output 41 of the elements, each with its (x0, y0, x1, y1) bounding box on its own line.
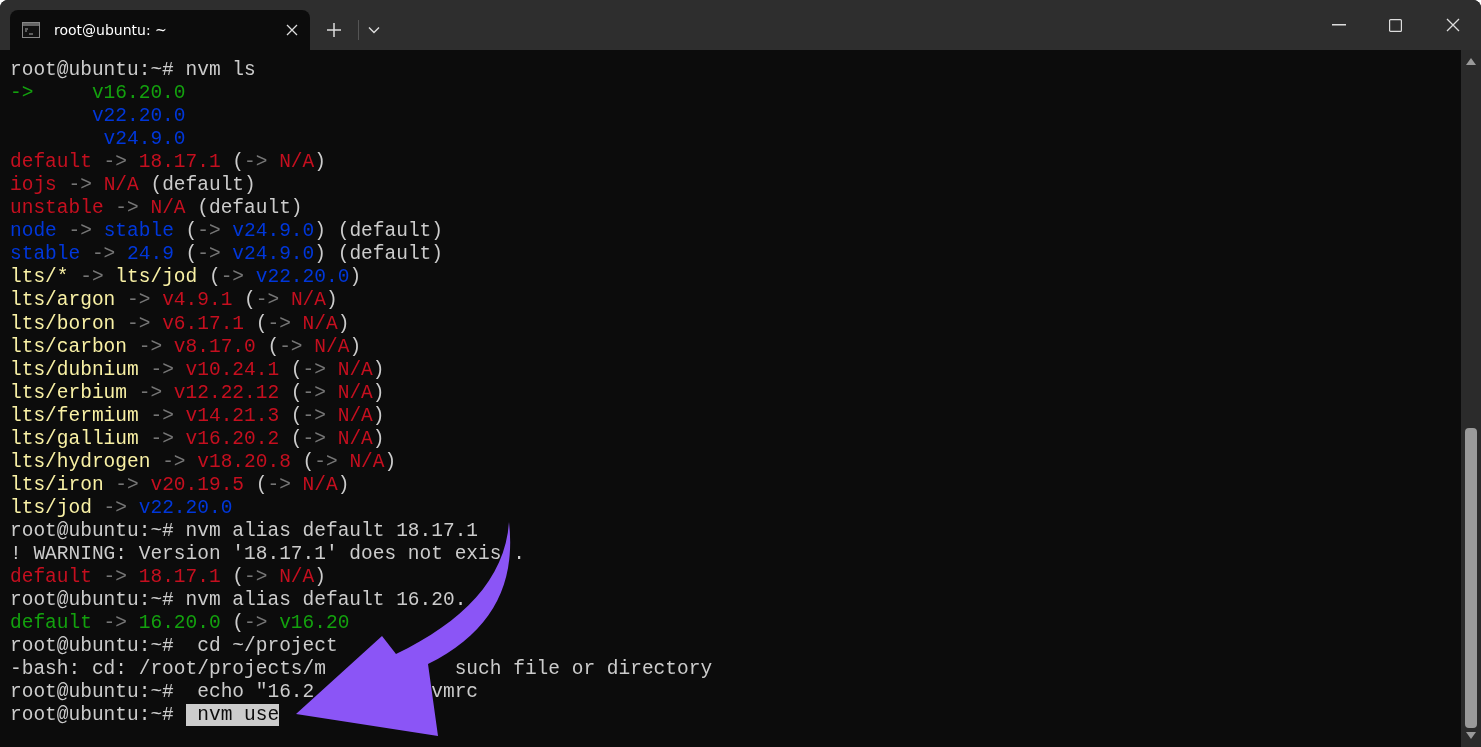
terminal-line: root@ubuntu:~# echo "16.2 vmrc (10, 681, 479, 705)
terminal-line: lts/dubnium -> v10.24.1 (-> N/A) (10, 358, 385, 382)
terminal-tab[interactable]: root@ubuntu: ~ (10, 10, 310, 50)
terminal-line: ! WARNING: Version '18.17.1' does not exis . (10, 543, 525, 567)
terminal-line: stable -> 24.9 (-> v24.9.0) (default) (10, 243, 443, 267)
terminal-line: root@ubuntu:~# cd ~/project (10, 635, 338, 659)
tab-title: root@ubuntu: ~ (54, 22, 168, 38)
terminal-line: default -> 18.17.1 (-> N/A) (10, 566, 326, 590)
terminal-line: default -> 18.17.1 (-> N/A) (10, 151, 326, 175)
chevron-down-icon (368, 26, 380, 34)
terminal-line: node -> stable (-> v24.9.0) (default) (10, 220, 443, 244)
terminal-line: unstable -> N/A (default) (10, 197, 303, 221)
terminal-line: root@ubuntu:~# nvm alias default 18.17.1 (10, 519, 479, 543)
close-icon[interactable] (286, 24, 298, 36)
terminal-line: root@ubuntu:~# nvm alias default 16.20. (10, 589, 467, 613)
scroll-down-icon[interactable] (1466, 732, 1476, 739)
scroll-up-icon[interactable] (1466, 58, 1476, 65)
terminal-line: lts/carbon -> v8.17.0 (-> N/A) (10, 335, 362, 359)
terminal-line: lts/fermium -> v14.21.3 (-> N/A) (10, 404, 385, 428)
terminal-line: iojs -> N/A (default) (10, 174, 256, 198)
terminal-line: lts/hydrogen -> v18.20.8 (-> N/A) (10, 450, 397, 474)
terminal-line: default -> 16.20.0 (-> v16.20 (10, 612, 350, 636)
minimize-icon (1331, 24, 1346, 26)
terminal-line: lts/argon -> v4.9.1 (-> N/A) (10, 289, 338, 313)
terminal-line: lts/iron -> v20.19.5 (-> N/A) (10, 473, 350, 497)
terminal-line: lts/gallium -> v16.20.2 (-> N/A) (10, 427, 385, 451)
terminal-line: v22.20.0 (90, 105, 186, 129)
terminal-icon (22, 22, 40, 38)
terminal-line: lts/erbium -> v12.22.12 (-> N/A) (10, 381, 385, 405)
plus-icon (327, 23, 341, 37)
terminal-line: lts/boron -> v6.17.1 (-> N/A) (10, 312, 350, 336)
terminal-line: -> v16.20.0 (10, 82, 186, 106)
terminal-line: root@ubuntu:~# nvm use (10, 704, 280, 728)
terminal-line: lts/jod -> v22.20.0 (10, 496, 233, 520)
terminal-line: v24.9.0 (102, 128, 186, 152)
terminal-line: -bash: cd: /root/projects/m such file or directory (10, 658, 713, 682)
terminal-line: lts/* -> lts/jod (-> v22.20.0) (10, 266, 362, 290)
terminal-line: root@ubuntu:~# nvm ls (10, 59, 256, 83)
scrollbar[interactable] (1461, 50, 1481, 747)
close-icon (1445, 18, 1460, 32)
maximize-icon (1389, 18, 1402, 32)
